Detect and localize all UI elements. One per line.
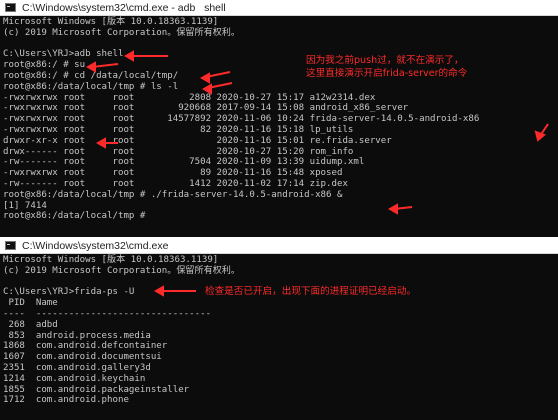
cmd-window-frida-ps: C:\Windows\system32\cmd.exe Microsoft Wi… <box>0 238 558 420</box>
console-line: -rwxrwxrwx root root 82 2020-11-16 15:18… <box>3 124 354 135</box>
console-output[interactable]: Microsoft Windows [版本 10.0.18363.1139] (… <box>0 16 558 237</box>
console-output[interactable]: Microsoft Windows [版本 10.0.18363.1139] (… <box>0 254 558 420</box>
console-line: [1] 7414 <box>3 200 47 211</box>
console-line: 1214 com.android.keychain <box>3 373 146 384</box>
console-line: ---- -------------------------------- <box>3 308 212 319</box>
console-line: (c) 2019 Microsoft Corporation。保留所有权利。 <box>3 27 240 38</box>
annotation-note: 因为我之前push过，就不在演示了， 这里直接演示开启frida-server的… <box>306 55 468 79</box>
console-line: (c) 2019 Microsoft Corporation。保留所有权利。 <box>3 265 240 276</box>
console-line: -rwxrwxrwx root root 920668 2017-09-14 1… <box>3 103 409 114</box>
console-line: root@x86:/data/local/tmp # ls -l <box>3 81 179 92</box>
console-line: Microsoft Windows [版本 10.0.18363.1139] <box>3 17 219 27</box>
console-line: 2351 com.android.gallery3d <box>3 362 151 373</box>
title-bar[interactable]: C:\Windows\system32\cmd.exe <box>0 238 558 254</box>
cmd-window-icon <box>5 241 16 250</box>
console-line: 1868 com.android.defcontainer <box>3 341 168 352</box>
cmd-window-icon <box>5 3 16 12</box>
console-line: drwx------ root root 2020-10-27 15:20 ro… <box>3 146 354 157</box>
console-line: -rw------- root root 7504 2020-11-09 13:… <box>3 157 365 168</box>
cmd-window-adb-shell: C:\Windows\system32\cmd.exe - adb shell … <box>0 0 558 237</box>
console-line: 268 adbd <box>3 319 58 330</box>
console-line: -rwxrwxrwx root root 14577892 2020-11-06… <box>3 114 480 125</box>
console-line: 853 android.process.media <box>3 330 151 341</box>
console-line: Microsoft Windows [版本 10.0.18363.1139] <box>3 255 219 265</box>
console-line: 1712 com.android.phone <box>3 395 129 406</box>
console-line: 1855 com.android.packageinstaller <box>3 384 190 395</box>
console-line: drwxr-xr-x root root 2020-11-16 15:01 re… <box>3 135 392 146</box>
console-line: C:\Users\YRJ>adb shell <box>3 49 124 60</box>
console-line: root@x86:/ # cd /data/local/tmp/ <box>3 70 179 81</box>
console-line: root@x86:/ # su <box>3 60 86 71</box>
console-line: 1607 com.android.documentsui <box>3 352 162 363</box>
console-line: -rwxrwxrwx root root 89 2020-11-16 15:48… <box>3 168 343 179</box>
window-title: C:\Windows\system32\cmd.exe - adb shell <box>22 1 226 14</box>
window-title: C:\Windows\system32\cmd.exe <box>22 239 169 252</box>
console-line: root@x86:/data/local/tmp # ./frida-serve… <box>3 189 343 200</box>
annotation-note: 检查是否已开启，出现下面的进程证明已经启动。 <box>205 286 417 297</box>
console-line: root@x86:/data/local/tmp # <box>3 211 146 222</box>
console-line: PID Name <box>3 298 58 309</box>
console-line: -rwxrwxrwx root root 2808 2020-10-27 15:… <box>3 92 376 103</box>
title-bar[interactable]: C:\Windows\system32\cmd.exe - adb shell <box>0 0 558 16</box>
console-line: -rw------- root root 1412 2020-11-02 17:… <box>3 178 348 189</box>
